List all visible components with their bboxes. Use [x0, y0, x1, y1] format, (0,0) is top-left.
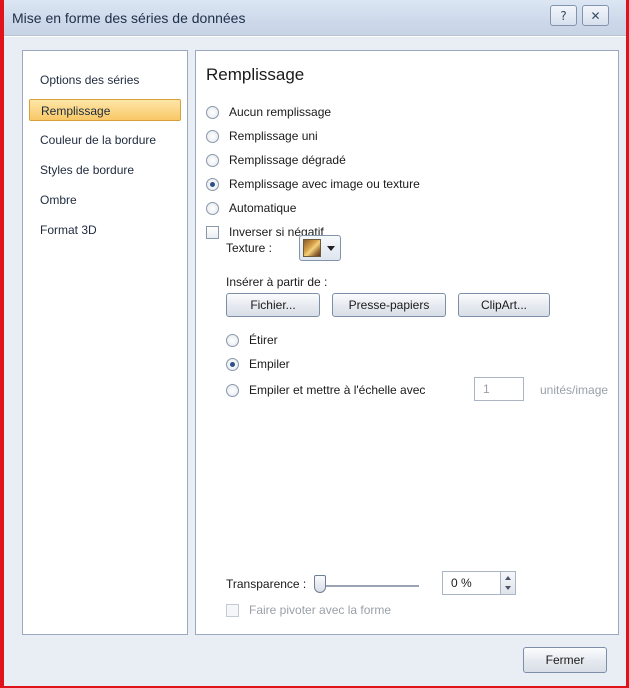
dialog-body: Options des séries Remplissage Couleur d…: [4, 37, 626, 686]
help-button[interactable]: ?: [550, 5, 577, 26]
radio-picture-texture-fill[interactable]: Remplissage avec image ou texture: [206, 175, 420, 193]
radio-button[interactable]: [206, 105, 219, 119]
transparency-label-text: Transparence :: [226, 577, 307, 591]
radio-label: Aucun remplissage: [229, 105, 332, 119]
panel-heading: Remplissage: [206, 65, 305, 84]
nav-item-border-color[interactable]: Couleur de la bordure: [29, 129, 181, 151]
checkbox-rotate-with-shape[interactable]: Faire pivoter avec la forme: [226, 601, 391, 619]
texture-label-text: Texture :: [226, 241, 273, 255]
help-icon: ?: [560, 8, 567, 23]
radio-button[interactable]: [206, 153, 219, 167]
close-icon: ✕: [590, 8, 601, 23]
radio-stack[interactable]: Empiler: [226, 355, 290, 373]
scale-unit-text: unités/image: [540, 383, 609, 397]
transparency-slider-thumb[interactable]: [314, 575, 326, 593]
radio-label: Remplissage uni: [229, 129, 318, 143]
radio-label: Empiler: [249, 357, 290, 371]
scale-units-field[interactable]: 1: [474, 377, 524, 401]
radio-no-fill[interactable]: Aucun remplissage: [206, 103, 331, 121]
radio-button[interactable]: [226, 333, 239, 347]
transparency-spinner[interactable]: [500, 572, 515, 594]
texture-swatch-icon: [303, 239, 321, 257]
texture-label: Texture :: [226, 239, 272, 257]
title-bar[interactable]: Mise en forme des séries de données ? ✕: [4, 0, 626, 36]
file-button[interactable]: Fichier...: [226, 293, 320, 317]
radio-stack-and-scale[interactable]: Empiler et mettre à l'échelle avec: [226, 381, 425, 399]
close-button[interactable]: Fermer: [523, 647, 607, 673]
checkbox[interactable]: [206, 225, 219, 239]
radio-label: Étirer: [249, 333, 278, 347]
radio-label: Automatique: [229, 201, 297, 215]
nav-item-fill[interactable]: Remplissage: [29, 99, 181, 121]
nav-item-border-styles[interactable]: Styles de bordure: [29, 159, 181, 181]
chevron-down-icon: [327, 245, 335, 251]
radio-label: Empiler et mettre à l'échelle avec: [249, 383, 426, 397]
radio-solid-fill[interactable]: Remplissage uni: [206, 127, 318, 145]
radio-label: Remplissage dégradé: [229, 153, 346, 167]
radio-button[interactable]: [226, 383, 239, 397]
clipart-button[interactable]: ClipArt...: [458, 293, 550, 317]
radio-stretch[interactable]: Étirer: [226, 331, 278, 349]
transparency-label: Transparence :: [226, 575, 306, 593]
radio-button[interactable]: [226, 357, 239, 371]
radio-gradient-fill[interactable]: Remplissage dégradé: [206, 151, 346, 169]
fill-panel: Remplissage Aucun remplissage Remplissag…: [195, 50, 619, 635]
radio-button[interactable]: [206, 129, 219, 143]
spin-down-icon[interactable]: [505, 586, 511, 590]
clipboard-button[interactable]: Presse-papiers: [332, 293, 446, 317]
close-window-button[interactable]: ✕: [582, 5, 609, 26]
category-list: Options des séries Remplissage Couleur d…: [22, 50, 188, 635]
nav-item-3d-format[interactable]: Format 3D: [29, 219, 181, 241]
nav-item-shadow[interactable]: Ombre: [29, 189, 181, 211]
radio-button[interactable]: [206, 177, 219, 191]
scale-unit-label: unités/image: [540, 381, 608, 399]
dialog-window: Mise en forme des séries de données ? ✕ …: [0, 0, 629, 688]
radio-button[interactable]: [206, 201, 219, 215]
transparency-input[interactable]: 0 %: [442, 571, 516, 595]
radio-automatic-fill[interactable]: Automatique: [206, 199, 296, 217]
checkbox[interactable]: [226, 603, 239, 617]
transparency-slider-track[interactable]: [321, 585, 419, 587]
dialog-title: Mise en forme des séries de données: [12, 10, 246, 26]
insert-from-label: Insérer à partir de :: [226, 273, 327, 291]
checkbox-label: Faire pivoter avec la forme: [249, 603, 392, 617]
spin-up-icon[interactable]: [505, 576, 511, 580]
insert-from-label-text: Insérer à partir de :: [226, 275, 328, 289]
transparency-value: 0 %: [451, 576, 472, 590]
nav-item-series-options[interactable]: Options des séries: [29, 69, 181, 91]
texture-picker-button[interactable]: [299, 235, 341, 261]
radio-label: Remplissage avec image ou texture: [229, 177, 420, 191]
